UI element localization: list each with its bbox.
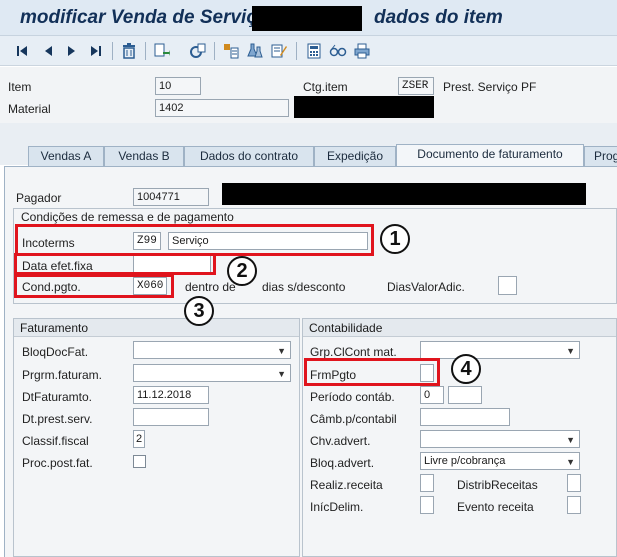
annotation-number-4: 4 — [451, 354, 481, 384]
distrib-receitas-label: DistribReceitas — [457, 478, 538, 492]
highlight-frm-pgto — [304, 358, 440, 386]
dt-prest-serv-label: Dt.prest.serv. — [22, 412, 93, 426]
display-object-icon[interactable] — [188, 41, 208, 61]
highlight-cond-pgto — [14, 274, 174, 298]
conditions-icon[interactable] — [245, 41, 265, 61]
proc-post-fat-label: Proc.post.fat. — [22, 456, 93, 470]
camb-contabil-label: Câmb.p/contabil — [310, 412, 397, 426]
classif-fiscal-label: Classif.fiscal — [22, 434, 89, 448]
toolbar-separator — [145, 42, 146, 60]
highlight-incoterms — [15, 224, 374, 256]
tab-vendas-a[interactable]: Vendas A — [28, 146, 104, 166]
previous-page-icon[interactable] — [38, 41, 58, 61]
toolbar-separator — [112, 42, 113, 60]
highlight-data-efet-fixa — [14, 253, 216, 275]
grp-cl-cont-mat-label: Grp.ClCont mat. — [310, 345, 397, 359]
dt-prest-serv-field[interactable] — [133, 408, 209, 426]
print-icon[interactable] — [352, 41, 372, 61]
redacted-payer-name — [222, 183, 586, 205]
inic-delim-field[interactable] — [420, 496, 434, 514]
classif-fiscal-field[interactable]: 2 — [133, 430, 145, 448]
ctg-item-field[interactable]: ZSER — [398, 77, 434, 95]
periodo-contab-extra-field[interactable] — [448, 386, 482, 404]
first-page-icon[interactable] — [12, 41, 32, 61]
evento-receita-label: Evento receita — [457, 500, 534, 514]
dt-faturamento-label: DtFaturamto. — [22, 390, 93, 404]
document-flow-icon[interactable] — [152, 41, 172, 61]
calculator-icon[interactable] — [304, 41, 324, 61]
annotation-number-1: 1 — [380, 224, 410, 254]
days-discount-text: dias s/desconto — [262, 280, 346, 294]
tab-vendas-b[interactable]: Vendas B — [104, 146, 184, 166]
material-field[interactable]: 1402 — [155, 99, 289, 117]
item-label: Item — [8, 80, 32, 94]
payer-label: Pagador — [16, 191, 62, 205]
toolbar-separator — [214, 42, 215, 60]
tab-prog[interactable]: Prog — [584, 146, 617, 166]
ctg-item-description: Prest. Serviço PF — [443, 80, 537, 94]
annotation-number-3: 3 — [184, 296, 214, 326]
camb-contabil-field[interactable] — [420, 408, 510, 426]
trash-icon[interactable] — [119, 41, 139, 61]
annotation-number-2: 2 — [227, 256, 257, 286]
glasses-icon[interactable] — [328, 41, 348, 61]
partner-icon[interactable] — [221, 41, 241, 61]
proc-post-fat-checkbox[interactable] — [133, 455, 146, 468]
bloq-doc-fat-label: BloqDocFat. — [22, 345, 89, 359]
window-title-suffix: dados do item — [374, 7, 503, 28]
bloq-advert-label: Bloq.advert. — [310, 456, 375, 470]
tab-expedicao[interactable]: Expedição — [314, 146, 396, 166]
periodo-contab-label: Período contáb. — [310, 390, 395, 404]
tab-documento-faturamento[interactable]: Documento de faturamento — [396, 144, 584, 167]
dias-valor-adic-field[interactable] — [498, 276, 517, 295]
chv-advert-label: Chv.advert. — [310, 434, 371, 448]
toolbar-separator — [296, 42, 297, 60]
periodo-contab-field[interactable]: 0 — [420, 386, 444, 404]
payer-field[interactable]: 1004771 — [133, 188, 209, 206]
prgrm-faturam-dropdown[interactable] — [133, 364, 291, 382]
distrib-receitas-field[interactable] — [567, 474, 581, 492]
within-text: dentro de — [185, 280, 236, 294]
ctg-item-label: Ctg.item — [303, 80, 348, 94]
inic-delim-label: InícDelim. — [310, 500, 364, 514]
redacted-title-block — [252, 6, 362, 31]
conditions-group-title: Condições de remessa e de pagamento — [21, 210, 234, 224]
grp-cl-cont-mat-dropdown[interactable] — [420, 341, 580, 359]
bloq-advert-dropdown[interactable]: Livre p/cobrança — [420, 452, 580, 470]
billing-group-title: Faturamento — [14, 319, 299, 337]
last-page-icon[interactable] — [86, 41, 106, 61]
dt-faturamento-field[interactable]: 11.12.2018 — [133, 386, 209, 404]
realiz-receita-field[interactable] — [420, 474, 434, 492]
bloq-doc-fat-dropdown[interactable] — [133, 341, 291, 359]
chv-advert-dropdown[interactable] — [420, 430, 580, 448]
realiz-receita-label: Realiz.receita — [310, 478, 383, 492]
redacted-material-description — [294, 96, 434, 118]
next-page-icon[interactable] — [62, 41, 82, 61]
texts-icon[interactable] — [269, 41, 289, 61]
accounting-group-title: Contabilidade — [303, 319, 616, 337]
window-title: modificar Venda de Serviço — [20, 7, 269, 28]
item-field[interactable]: 10 — [155, 77, 201, 95]
prgrm-faturam-label: Prgrm.faturam. — [22, 368, 103, 382]
dias-valor-adic-label: DiasValorAdic. — [387, 280, 465, 294]
evento-receita-field[interactable] — [567, 496, 581, 514]
material-label: Material — [8, 102, 51, 116]
tab-dados-contrato[interactable]: Dados do contrato — [184, 146, 314, 166]
